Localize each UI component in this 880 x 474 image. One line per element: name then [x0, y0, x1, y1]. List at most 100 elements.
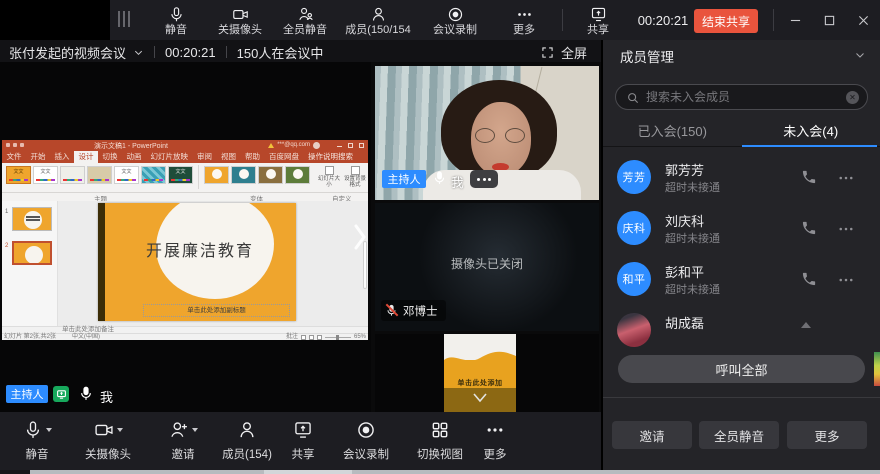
- caret-down-icon[interactable]: [192, 428, 198, 432]
- slide-title[interactable]: 开展廉洁教育: [108, 237, 292, 261]
- zoom-slider[interactable]: [325, 337, 351, 338]
- ppt-theme-thumbnail[interactable]: [60, 166, 85, 184]
- video-tile-self[interactable]: 主持人 我: [375, 66, 599, 200]
- meeting-title[interactable]: 张付发起的视频会议: [9, 43, 126, 62]
- window-minimize-button[interactable]: [780, 0, 810, 40]
- ppt-theme-thumbnail[interactable]: 文文: [168, 166, 193, 184]
- ppt-tab-help[interactable]: 帮助: [241, 151, 265, 163]
- ppt-quick-access-toolbar[interactable]: [6, 143, 24, 147]
- ppt-tab-file[interactable]: 文件: [2, 151, 26, 163]
- tile-more-button[interactable]: [470, 170, 498, 188]
- ppt-variant-thumbnail[interactable]: [258, 166, 283, 184]
- tab-joined[interactable]: 已入会(150): [603, 120, 742, 147]
- ppt-window-controls[interactable]: [337, 143, 364, 148]
- sidebar-mute-all-button[interactable]: 全员静音: [699, 421, 779, 449]
- invite-button[interactable]: 邀请: [152, 420, 214, 468]
- view-sorter-icon[interactable]: [309, 335, 314, 340]
- top-members-button[interactable]: 成员(150/154: [330, 4, 426, 38]
- top-share-button[interactable]: 共享: [573, 4, 623, 38]
- ppt-theme-thumbnail[interactable]: 文文: [114, 166, 139, 184]
- ppt-tab-transitions[interactable]: 切换: [98, 151, 122, 163]
- tab-not-joined[interactable]: 未入会(4): [742, 120, 880, 147]
- ppt-variant-thumbnail[interactable]: [204, 166, 229, 184]
- video-tile-slide-share[interactable]: 单击此处添加: [375, 334, 599, 412]
- microphone-muted-icon: [385, 303, 398, 318]
- slide-subtitle-placeholder[interactable]: 单击此处添加副标题: [143, 304, 290, 317]
- record-button[interactable]: 会议录制: [332, 420, 400, 468]
- clear-search-icon[interactable]: ✕: [846, 91, 859, 104]
- member-row[interactable]: 胡成磊: [603, 306, 880, 357]
- sidebar-more-button[interactable]: 更多: [787, 421, 867, 449]
- caret-down-icon[interactable]: [46, 428, 52, 432]
- ppt-theme-thumbnail[interactable]: 文文: [6, 166, 31, 184]
- current-slide[interactable]: 开展廉洁教育 单击此处添加副标题: [98, 203, 296, 321]
- caret-down-icon[interactable]: [117, 428, 123, 432]
- member-row[interactable]: 庆科 刘庆科 超时未接通: [603, 204, 880, 255]
- ppt-theme-thumbnail[interactable]: 文文: [33, 166, 58, 184]
- next-page-chevron[interactable]: [352, 220, 368, 259]
- member-row[interactable]: 芳芳 郭芳芳 超时未接通: [603, 153, 880, 204]
- ppt-tab-design[interactable]: 设计: [74, 151, 98, 163]
- ppt-status-comments[interactable]: 批注: [286, 334, 298, 340]
- ppt-theme-gallery[interactable]: 文文 文文 文文 文文: [6, 166, 193, 184]
- ppt-notes-bar[interactable]: 单击此处添加备注: [2, 326, 368, 333]
- view-slideshow-icon[interactable]: [317, 335, 322, 340]
- members-button[interactable]: 成员(154): [212, 420, 282, 468]
- ppt-variant-thumbnail[interactable]: [285, 166, 310, 184]
- microphone-icon[interactable]: [78, 384, 94, 408]
- slide-thumbnail-2[interactable]: [12, 241, 52, 265]
- ppt-user-avatar[interactable]: [313, 142, 320, 149]
- top-record-button[interactable]: 会议录制: [420, 4, 490, 38]
- camera-button[interactable]: 关摄像头: [70, 420, 146, 468]
- member-row[interactable]: 和平 彭和平 超时未接通: [603, 255, 880, 306]
- chevron-down-icon[interactable]: [133, 47, 144, 58]
- search-input[interactable]: [646, 86, 836, 108]
- top-camera-button[interactable]: 关摄像头: [205, 4, 275, 38]
- ppt-tab-baidu[interactable]: 百度网盘: [265, 151, 304, 163]
- ppt-tab-tellme[interactable]: 操作说明搜索: [304, 151, 358, 163]
- view-normal-icon[interactable]: [301, 335, 306, 340]
- call-all-button[interactable]: 呼叫全部: [618, 355, 865, 383]
- member-more-icon[interactable]: [837, 271, 855, 294]
- call-phone-icon[interactable]: [801, 169, 817, 190]
- ppt-slide-panel[interactable]: 1 2: [2, 201, 58, 326]
- self-name-label: 我: [100, 387, 113, 406]
- sidebar-divider: [603, 397, 880, 398]
- member-list: 芳芳 郭芳芳 超时未接通 庆科 刘庆科 超时未接通 和平 彭和平 超时未接通: [603, 150, 880, 390]
- video-tile-doctor[interactable]: 摄像头已关闭 邓博士: [375, 203, 599, 331]
- top-more-button[interactable]: 更多: [494, 4, 554, 38]
- ppt-theme-thumbnail[interactable]: [87, 166, 112, 184]
- switch-view-button[interactable]: 切换视图: [406, 420, 474, 468]
- ppt-tab-review[interactable]: 审阅: [193, 151, 217, 163]
- sidebar-invite-button[interactable]: 邀请: [612, 421, 692, 449]
- ppt-tab-insert[interactable]: 插入: [50, 151, 74, 163]
- ppt-tab-slideshow[interactable]: 幻灯片放映: [146, 151, 193, 163]
- ppt-format-background-button[interactable]: 设置背景格式: [342, 166, 368, 188]
- end-share-button[interactable]: 结束共享: [694, 9, 758, 33]
- member-search-box[interactable]: ✕: [615, 84, 868, 110]
- chevron-down-icon[interactable]: [854, 48, 866, 66]
- call-phone-icon[interactable]: [801, 220, 817, 241]
- ppt-tab-animations[interactable]: 动画: [122, 151, 146, 163]
- mute-button[interactable]: 静音: [8, 420, 66, 468]
- fullscreen-button[interactable]: 全屏: [541, 40, 587, 64]
- ppt-slide-size-button[interactable]: 幻灯片大小: [316, 166, 342, 188]
- top-mute-button[interactable]: 静音: [141, 4, 211, 38]
- window-close-button[interactable]: [848, 0, 878, 40]
- ppt-variant-gallery[interactable]: [204, 166, 310, 184]
- microphone-icon[interactable]: [432, 169, 447, 192]
- ppt-theme-thumbnail[interactable]: [141, 166, 166, 184]
- member-more-icon[interactable]: [837, 169, 855, 192]
- drag-handle[interactable]: [118, 11, 130, 27]
- scroll-up-indicator[interactable]: [801, 322, 811, 328]
- ppt-variant-thumbnail[interactable]: [231, 166, 256, 184]
- share-button[interactable]: 共享: [280, 420, 326, 468]
- slide-thumbnail-1[interactable]: [12, 207, 52, 231]
- member-more-icon[interactable]: [837, 220, 855, 243]
- ppt-tab-view[interactable]: 视图: [217, 151, 241, 163]
- window-maximize-button[interactable]: [814, 0, 844, 40]
- ppt-tab-home[interactable]: 开始: [26, 151, 50, 163]
- call-phone-icon[interactable]: [801, 271, 817, 292]
- more-button[interactable]: 更多: [472, 420, 518, 468]
- members-sidebar: 成员管理 ✕ 已入会(150) 未入会(4) 芳芳 郭芳芳 超时未接通: [603, 40, 880, 470]
